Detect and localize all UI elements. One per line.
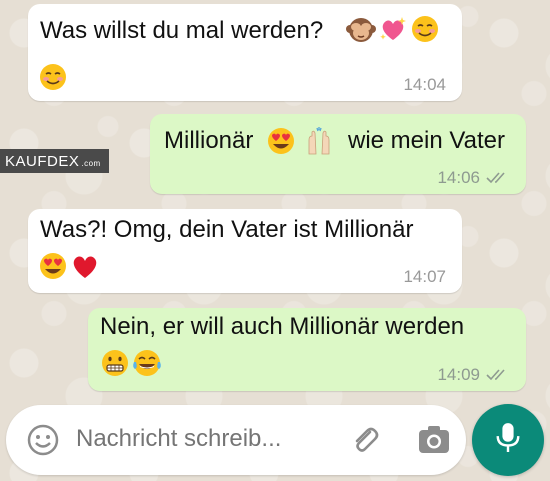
microphone-icon: [494, 421, 522, 460]
watermark-domain: .com: [81, 159, 101, 168]
tears-of-joy-face-icon: [132, 348, 162, 378]
message-timestamp: 14:06: [437, 168, 480, 187]
brand-watermark: KAUFDEX .com: [0, 149, 109, 173]
message-timestamp: 14:09: [437, 365, 480, 384]
read-receipt-icon: [486, 171, 510, 185]
message-bubble-outgoing[interactable]: Nein, er will auch Millionär werden 14:0…: [88, 308, 526, 391]
message-text: Nein, er will auch Millionär werden: [100, 313, 465, 340]
red-heart-icon: [70, 251, 100, 281]
grimacing-face-icon: [100, 348, 130, 378]
message-bubble-incoming[interactable]: Was?! Omg, dein Vater ist Millionär 14:0…: [28, 209, 462, 293]
camera-icon[interactable]: [416, 423, 452, 457]
message-text: Was willst du mal werden?: [40, 17, 324, 44]
smiling-face-icon: [410, 14, 440, 44]
smiling-face-icon: [38, 62, 68, 92]
message-bubble-outgoing[interactable]: Millionär wie mein Vater 14:06: [150, 114, 526, 194]
message-composer: [6, 405, 466, 475]
message-text-part: Millionär: [164, 127, 254, 154]
message-bubble-incoming[interactable]: Was willst du mal werden? 14:04: [28, 4, 462, 101]
read-receipt-icon: [486, 368, 510, 382]
message-text: Was?! Omg, dein Vater ist Millionär: [40, 216, 414, 243]
see-no-evil-monkey-icon: [346, 14, 376, 44]
message-timestamp: 14:04: [403, 75, 446, 94]
heart-eyes-face-icon: [38, 251, 68, 281]
sparkling-heart-icon: [378, 14, 408, 44]
heart-eyes-face-icon: [266, 126, 296, 156]
message-text-part: wie mein Vater: [348, 127, 505, 154]
attach-icon[interactable]: [348, 423, 382, 457]
message-timestamp: 14:07: [403, 267, 446, 286]
emoji-keyboard-icon[interactable]: [26, 423, 60, 457]
watermark-brand: KAUFDEX: [5, 152, 80, 170]
message-input[interactable]: [76, 425, 326, 453]
raising-hands-icon: [304, 126, 334, 156]
voice-message-button[interactable]: [472, 404, 544, 476]
